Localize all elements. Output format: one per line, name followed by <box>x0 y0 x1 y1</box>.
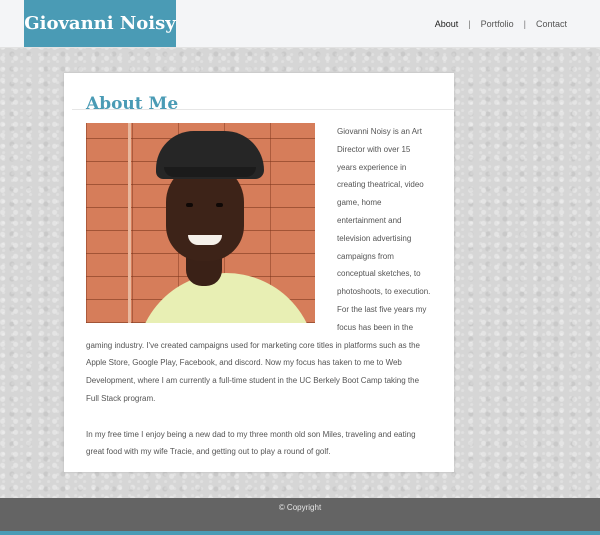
footer-accent-bar <box>0 531 600 535</box>
about-paragraph-2: In my free time I enjoy being a new dad … <box>86 429 416 457</box>
about-card: About Me Giovanni Noisy is an Art Direct… <box>64 73 454 472</box>
photo-shirt <box>136 273 315 323</box>
nav-contact-link[interactable]: Contact <box>536 19 567 29</box>
copyright-text: © Copyright <box>278 503 322 512</box>
nav-separator: | <box>468 18 471 29</box>
photo-eye-right <box>216 203 223 207</box>
about-body: Giovanni Noisy is an Art Director with o… <box>86 123 432 461</box>
about-title: About Me <box>86 94 179 115</box>
site-footer: © Copyright <box>0 498 600 531</box>
title-divider <box>72 109 454 110</box>
main-nav: About | Portfolio | Contact <box>435 0 567 47</box>
photo-eye-left <box>186 203 193 207</box>
site-header: Giovanni Noisy About | Portfolio | Conta… <box>0 0 600 48</box>
nav-about-link[interactable]: About <box>435 19 459 29</box>
nav-portfolio-link[interactable]: Portfolio <box>481 19 514 29</box>
profile-photo <box>86 123 315 323</box>
photo-smile <box>188 235 222 245</box>
nav-separator: | <box>523 18 526 29</box>
site-brand[interactable]: Giovanni Noisy <box>24 0 176 47</box>
photo-wall-edge <box>128 123 131 323</box>
photo-cap-brim <box>164 167 256 177</box>
